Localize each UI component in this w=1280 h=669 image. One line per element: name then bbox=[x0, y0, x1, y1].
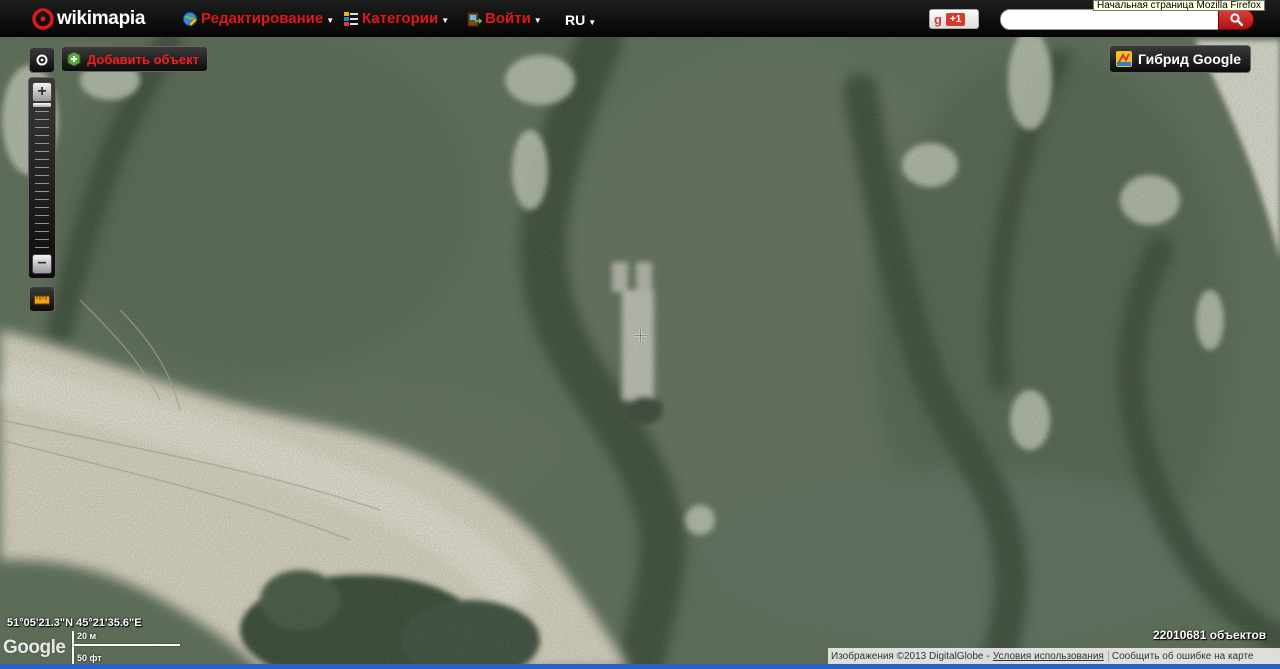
scale-bar-horizontal bbox=[72, 644, 180, 646]
zoom-out-button[interactable]: − bbox=[32, 254, 52, 274]
zoom-tick bbox=[35, 135, 49, 136]
settings-button[interactable] bbox=[29, 47, 55, 73]
scale-bar-vertical bbox=[72, 631, 74, 665]
google-logo: Google bbox=[3, 637, 66, 658]
zoom-tick bbox=[35, 159, 49, 160]
google-plus-one-button[interactable]: g +1 bbox=[929, 9, 979, 29]
imagery-copyright: Изображения ©2013 DigitalGlobe bbox=[831, 650, 984, 662]
crosshair-icon bbox=[634, 329, 647, 342]
terms-of-use-link[interactable]: Условия использования bbox=[993, 651, 1104, 662]
google-plus-g: g bbox=[934, 11, 942, 27]
zoom-tick bbox=[35, 167, 49, 168]
scale-imperial-label: 50 фт bbox=[77, 653, 102, 663]
map-type-label: Гибрид Google bbox=[1138, 51, 1241, 67]
zoom-tick bbox=[35, 183, 49, 184]
zoom-tick bbox=[35, 199, 49, 200]
zoom-tick bbox=[35, 223, 49, 224]
menu-edit-label: Редактирование bbox=[201, 10, 324, 27]
zoom-tick bbox=[35, 207, 49, 208]
add-object-label: Добавить объект bbox=[87, 51, 199, 67]
menu-categories-label: Категории bbox=[362, 10, 439, 27]
zoom-tick bbox=[35, 111, 49, 112]
menu-login[interactable]: Войти ▼ bbox=[466, 10, 542, 27]
zoom-slider-track[interactable] bbox=[35, 105, 49, 252]
taskbar-edge bbox=[0, 664, 1280, 669]
zoom-tick bbox=[35, 119, 49, 120]
map-attribution-bar: Изображения ©2013 DigitalGlobe - Условия… bbox=[828, 648, 1280, 664]
ruler-icon bbox=[34, 295, 50, 305]
zoom-tick bbox=[35, 239, 49, 240]
zoom-control: + − bbox=[28, 77, 56, 279]
browser-tooltip: Начальная страница Mozilla Firefox bbox=[1093, 0, 1265, 11]
language-label: RU bbox=[565, 12, 586, 28]
search-input[interactable] bbox=[1000, 9, 1222, 30]
zoom-slider-handle[interactable] bbox=[32, 102, 52, 108]
settings-icon bbox=[36, 54, 48, 66]
language-selector[interactable]: RU ▼ bbox=[565, 12, 596, 28]
google-plus-count: +1 bbox=[945, 12, 966, 26]
menu-edit[interactable]: Редактирование ▼ bbox=[182, 10, 334, 27]
wikimapia-logo[interactable]: wikimapia bbox=[32, 8, 145, 30]
login-door-icon bbox=[467, 12, 482, 26]
zoom-tick bbox=[35, 175, 49, 176]
zoom-in-button[interactable]: + bbox=[32, 82, 52, 102]
logo-text: wikimapia bbox=[57, 8, 146, 29]
menu-login-label: Войти bbox=[485, 10, 531, 27]
ruler-button[interactable] bbox=[29, 286, 55, 312]
zoom-tick bbox=[35, 191, 49, 192]
scale-metric-label: 20 м bbox=[77, 631, 97, 641]
map-type-icon bbox=[1116, 51, 1132, 67]
chevron-down-icon: ▼ bbox=[441, 16, 450, 25]
add-object-icon bbox=[67, 51, 81, 67]
attribution-separator: - bbox=[986, 650, 990, 662]
chevron-down-icon: ▼ bbox=[326, 16, 335, 25]
zoom-tick bbox=[35, 127, 49, 128]
categories-list-icon bbox=[344, 11, 358, 26]
coordinates-readout: 51°05'21.3"N 45°21'35.6"E bbox=[7, 617, 142, 629]
chevron-down-icon: ▼ bbox=[533, 16, 542, 25]
wikimapia-logo-icon bbox=[32, 8, 54, 30]
zoom-tick bbox=[35, 247, 49, 248]
chevron-down-icon: ▼ bbox=[588, 17, 597, 27]
map-type-button[interactable]: Гибрид Google bbox=[1109, 45, 1251, 73]
report-map-error-link[interactable]: Сообщить об ошибке на карте bbox=[1107, 650, 1253, 662]
zoom-tick bbox=[35, 151, 49, 152]
search-button[interactable] bbox=[1218, 9, 1254, 30]
object-count: 22010681 объектов bbox=[1153, 628, 1267, 642]
zoom-tick bbox=[35, 143, 49, 144]
zoom-tick bbox=[35, 215, 49, 216]
top-navigation-bar: wikimapia Редактирование ▼ Категории ▼ В… bbox=[0, 0, 1280, 37]
add-object-button[interactable]: Добавить объект bbox=[61, 46, 208, 72]
scale-bar: 20 м 50 фт bbox=[72, 631, 182, 667]
search-icon bbox=[1229, 13, 1243, 26]
globe-edit-icon bbox=[183, 11, 198, 26]
menu-categories[interactable]: Категории ▼ bbox=[343, 10, 449, 27]
zoom-tick bbox=[35, 231, 49, 232]
